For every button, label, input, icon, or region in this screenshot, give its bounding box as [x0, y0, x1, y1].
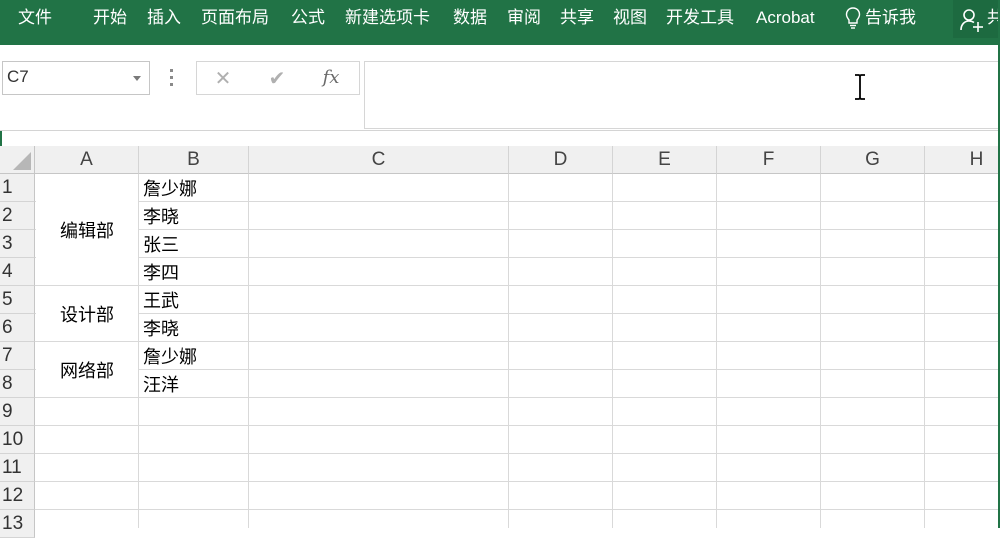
tab-new-tab[interactable]: 新建选项卡: [345, 6, 430, 30]
worksheet-grid[interactable]: A B C D E F G H 1 2 3 4 5 6 7 8 9 10 11 …: [0, 146, 1000, 538]
tab-home[interactable]: 开始: [93, 6, 127, 30]
cell-b1[interactable]: 詹少娜: [143, 175, 197, 201]
gridline: [35, 285, 1000, 286]
gridline: [35, 481, 1000, 482]
row-header[interactable]: 6: [0, 314, 35, 342]
row-header[interactable]: 9: [0, 398, 35, 426]
gridline: [820, 174, 821, 528]
gridline: [508, 174, 509, 528]
gridline: [716, 174, 717, 528]
enter-icon[interactable]: ✔: [265, 66, 289, 90]
row-header[interactable]: 5: [0, 286, 35, 314]
gridline: [35, 369, 1000, 370]
ribbon-tab-bar: 文件 开始 插入 页面布局 公式 新建选项卡 数据 审阅 共享 视图 开发工具 …: [0, 0, 1000, 45]
cell-b5[interactable]: 王武: [143, 287, 179, 313]
gridline: [35, 397, 1000, 398]
cell-b6[interactable]: 李晓: [143, 315, 179, 341]
column-header-b[interactable]: B: [139, 146, 249, 174]
row-header[interactable]: 12: [0, 482, 35, 510]
cell-b7[interactable]: 詹少娜: [143, 343, 197, 369]
merged-cell-a5-a6[interactable]: 设计部: [36, 286, 138, 341]
cell-b3[interactable]: 张三: [143, 231, 179, 257]
merged-cell-a1-a4[interactable]: 编辑部: [36, 174, 138, 285]
drag-handle-icon[interactable]: [170, 69, 174, 89]
tab-view[interactable]: 视图: [613, 6, 647, 30]
gridline: [35, 425, 1000, 426]
column-header-c[interactable]: C: [249, 146, 509, 174]
column-header-a[interactable]: A: [35, 146, 139, 174]
tab-page-layout[interactable]: 页面布局: [201, 6, 269, 30]
row-header[interactable]: 8: [0, 370, 35, 398]
tab-developer[interactable]: 开发工具: [666, 6, 734, 30]
tab-insert[interactable]: 插入: [147, 6, 181, 30]
share-button[interactable]: 共: [953, 0, 1000, 38]
cell-b8[interactable]: 汪洋: [143, 371, 179, 397]
cell-text: 网络部: [60, 360, 114, 382]
tab-formulas[interactable]: 公式: [291, 6, 325, 30]
row-header[interactable]: 4: [0, 258, 35, 286]
column-header-f[interactable]: F: [717, 146, 821, 174]
gridline: [35, 201, 1000, 202]
column-header-h[interactable]: H: [925, 146, 1000, 174]
row-header[interactable]: 2: [0, 202, 35, 230]
tab-data[interactable]: 数据: [453, 6, 487, 30]
gridline: [35, 509, 1000, 510]
lightbulb-icon: [845, 7, 861, 29]
select-all-triangle-icon: [13, 152, 31, 170]
cell-text: 设计部: [60, 304, 114, 326]
gridline: [35, 453, 1000, 454]
cell-text: 编辑部: [60, 220, 114, 242]
row-header[interactable]: 11: [0, 454, 35, 482]
tab-acrobat[interactable]: Acrobat: [756, 6, 815, 30]
gridline: [138, 174, 139, 528]
name-box[interactable]: C7: [2, 61, 150, 95]
gridline: [35, 229, 1000, 230]
gridline: [248, 174, 249, 528]
row-header[interactable]: 1: [0, 174, 35, 202]
cancel-icon[interactable]: ✕: [211, 66, 235, 90]
gridline: [35, 313, 1000, 314]
tab-review[interactable]: 审阅: [507, 6, 541, 30]
tab-share[interactable]: 共享: [560, 6, 594, 30]
text-cursor-icon: [855, 74, 865, 100]
tell-me-box[interactable]: 告诉我: [845, 6, 916, 30]
column-header-d[interactable]: D: [509, 146, 613, 174]
row-header[interactable]: 7: [0, 342, 35, 370]
tell-me-label: 告诉我: [865, 8, 916, 28]
merged-cell-a7-a8[interactable]: 网络部: [36, 342, 138, 397]
row-header[interactable]: 3: [0, 230, 35, 258]
select-all-corner[interactable]: [0, 146, 35, 174]
gridline: [924, 174, 925, 528]
column-header-e[interactable]: E: [613, 146, 717, 174]
formula-bar: C7 ✕ ✔ fx: [0, 45, 1000, 131]
add-person-icon: [960, 9, 983, 32]
insert-function-icon[interactable]: fx: [319, 66, 343, 90]
chevron-down-icon[interactable]: [133, 76, 141, 81]
gridline: [35, 257, 1000, 258]
row-header[interactable]: 10: [0, 426, 35, 454]
name-box-value: C7: [7, 67, 29, 86]
cell-b4[interactable]: 李四: [143, 259, 179, 285]
formula-input[interactable]: [364, 61, 1000, 129]
gridline: [35, 341, 1000, 342]
tab-file[interactable]: 文件: [18, 6, 52, 30]
row-header[interactable]: 13: [0, 510, 35, 538]
formula-buttons: ✕ ✔ fx: [196, 61, 360, 95]
column-header-g[interactable]: G: [821, 146, 925, 174]
cell-b2[interactable]: 李晓: [143, 203, 179, 229]
gridline: [612, 174, 613, 528]
